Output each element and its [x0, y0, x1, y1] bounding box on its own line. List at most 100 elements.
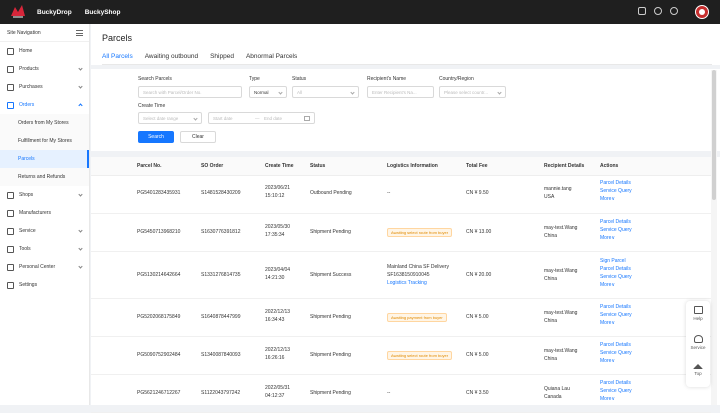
- parcel-no[interactable]: PG5090752902484: [137, 352, 180, 358]
- recipient-country: China: [544, 233, 558, 239]
- sidebar-item-fulfillment[interactable]: Fulfillment for My Stores: [0, 132, 89, 150]
- sidebar-item-service[interactable]: Service: [0, 222, 89, 240]
- parcel-no[interactable]: PG5130214642664: [137, 272, 180, 278]
- service-label: Service: [690, 345, 706, 350]
- sidebar-item-returns[interactable]: Returns and Refunds: [0, 168, 89, 186]
- type-select-value: Normal: [254, 90, 269, 95]
- back-to-top-button[interactable]: Top: [686, 364, 710, 376]
- more-link[interactable]: More∨: [600, 282, 615, 288]
- country-region-select[interactable]: Please select countr...: [439, 86, 506, 98]
- total-fee: CN ¥ 20.00: [466, 272, 492, 278]
- status: Shipment Pending: [310, 229, 351, 235]
- recipient-name-input[interactable]: Enter Recipient's Na...: [367, 86, 434, 98]
- col-parcel-no: Parcel No.: [137, 163, 162, 169]
- status-select[interactable]: All: [292, 86, 359, 98]
- sidebar-item-orders-from-my-stores[interactable]: Orders from My Stores: [0, 114, 89, 132]
- sidebar-item-settings[interactable]: Settings: [0, 276, 89, 294]
- sidebar-item-tools[interactable]: Tools: [0, 240, 89, 258]
- sidebar-item-home[interactable]: Home: [0, 42, 89, 60]
- so-order: S1640878447999: [201, 314, 241, 320]
- parcel-details-link[interactable]: Parcel Details: [600, 342, 631, 348]
- more-link[interactable]: More∨: [600, 235, 615, 241]
- status-badge: Awaiting payment from buyer: [387, 313, 447, 322]
- chevron-down-icon: [78, 228, 83, 233]
- sidebar-item-label: Products: [19, 66, 39, 72]
- type-select[interactable]: Normal: [249, 86, 287, 98]
- brand-buckyshop[interactable]: BuckyShop: [85, 9, 121, 16]
- status: Shipment Pending: [310, 352, 351, 358]
- col-actions: Actions: [600, 163, 619, 169]
- service-query-link[interactable]: Service Query: [600, 312, 632, 318]
- service-query-link[interactable]: Service Query: [600, 188, 632, 194]
- col-total-fee: Total Fee: [466, 163, 488, 169]
- service-query-link[interactable]: Service Query: [600, 227, 632, 233]
- buckydrop-logo-icon[interactable]: [9, 4, 27, 20]
- search-input[interactable]: Search with Parcel/Order No.: [138, 86, 242, 98]
- parcel-details-link[interactable]: Parcel Details: [600, 180, 631, 186]
- sidebar-item-shops[interactable]: Shops: [0, 186, 89, 204]
- date-range-picker[interactable]: Start date — End date: [208, 112, 315, 124]
- col-logistics: Logistics Information: [387, 163, 438, 169]
- top-bar: BuckyDrop BuckyShop: [0, 0, 720, 24]
- sign-parcel-link[interactable]: Sign Parcel: [600, 258, 626, 264]
- service-button[interactable]: Service: [686, 335, 710, 350]
- service-query-link[interactable]: Service Query: [600, 274, 632, 280]
- so-order: S1331276814735: [201, 272, 241, 278]
- calendar-icon: [304, 116, 310, 121]
- clear-button[interactable]: Clear: [180, 131, 216, 143]
- help-label: Help: [693, 316, 703, 321]
- parcel-no[interactable]: PG5202068175849: [137, 314, 180, 320]
- parcel-no[interactable]: PG5401283435931: [137, 190, 180, 196]
- help-circle-icon[interactable]: [654, 7, 662, 15]
- parcel-details-link[interactable]: Parcel Details: [600, 304, 631, 310]
- table-row: PG5202068175849 S1640878447999 2022/12/1…: [91, 299, 711, 337]
- sidebar-item-personal-center[interactable]: Personal Center: [0, 258, 89, 276]
- service-query-link[interactable]: Service Query: [600, 350, 632, 356]
- top-label: Top: [694, 371, 702, 376]
- create-date: 2022/12/13: [265, 347, 291, 353]
- parcel-details-link[interactable]: Parcel Details: [600, 380, 631, 386]
- parcel-details-link[interactable]: Parcel Details: [600, 219, 631, 225]
- search-parcels-label: Search Parcels: [138, 76, 172, 82]
- document-icon[interactable]: [638, 7, 646, 15]
- start-date: Start date: [213, 116, 233, 121]
- menu-fold-icon[interactable]: [76, 29, 83, 36]
- sidebar-item-label: Tools: [19, 246, 31, 252]
- avatar[interactable]: [695, 5, 709, 19]
- date-range-placeholder: Select date range: [143, 116, 179, 121]
- more-link[interactable]: More∨: [600, 358, 615, 364]
- recipient-name: may-test.Wang: [544, 348, 578, 354]
- chevron-down-icon: [78, 192, 83, 197]
- parcel-no[interactable]: PG5450713968210: [137, 229, 180, 235]
- create-time-label: Create Time: [138, 103, 166, 109]
- scrollbar[interactable]: [711, 70, 717, 405]
- sidebar-item-parcels[interactable]: Parcels: [0, 150, 89, 168]
- sidebar-item-products[interactable]: Products: [0, 60, 89, 78]
- chevron-down-icon: [78, 66, 83, 71]
- sidebar-item-label: Manufacturers: [19, 210, 51, 216]
- notification-icon[interactable]: [670, 7, 678, 15]
- date-range-type-select[interactable]: Select date range: [138, 112, 202, 124]
- home-icon: [7, 47, 14, 55]
- sidebar-item-orders[interactable]: Orders: [0, 96, 89, 114]
- shop-icon: [7, 191, 14, 199]
- service-query-link[interactable]: Service Query: [600, 388, 632, 394]
- table-row: PG5450713968210 S1630776391812 2023/05/3…: [91, 214, 711, 252]
- sidebar-item-manufacturers[interactable]: Manufacturers: [0, 204, 89, 222]
- help-button[interactable]: Help: [686, 306, 710, 321]
- col-status: Status: [310, 163, 326, 169]
- parcel-no[interactable]: PG5621246712267: [137, 390, 180, 396]
- sidebar-item-purchases[interactable]: Purchases: [0, 78, 89, 96]
- logistics-tracking-link[interactable]: Logistics Tracking: [387, 280, 427, 286]
- create-time: 16:26:16: [265, 355, 285, 361]
- parcel-details-link[interactable]: Parcel Details: [600, 266, 631, 272]
- search-button[interactable]: Search: [138, 131, 174, 143]
- so-order: S1340087840093: [201, 352, 241, 358]
- more-link[interactable]: More∨: [600, 396, 615, 402]
- book-icon: [693, 306, 703, 314]
- recipient-country: Canada: [544, 394, 562, 400]
- more-link[interactable]: More∨: [600, 320, 615, 326]
- scrollbar-thumb[interactable]: [712, 70, 716, 200]
- more-link[interactable]: More∨: [600, 196, 615, 202]
- brand-buckydrop[interactable]: BuckyDrop: [37, 9, 72, 16]
